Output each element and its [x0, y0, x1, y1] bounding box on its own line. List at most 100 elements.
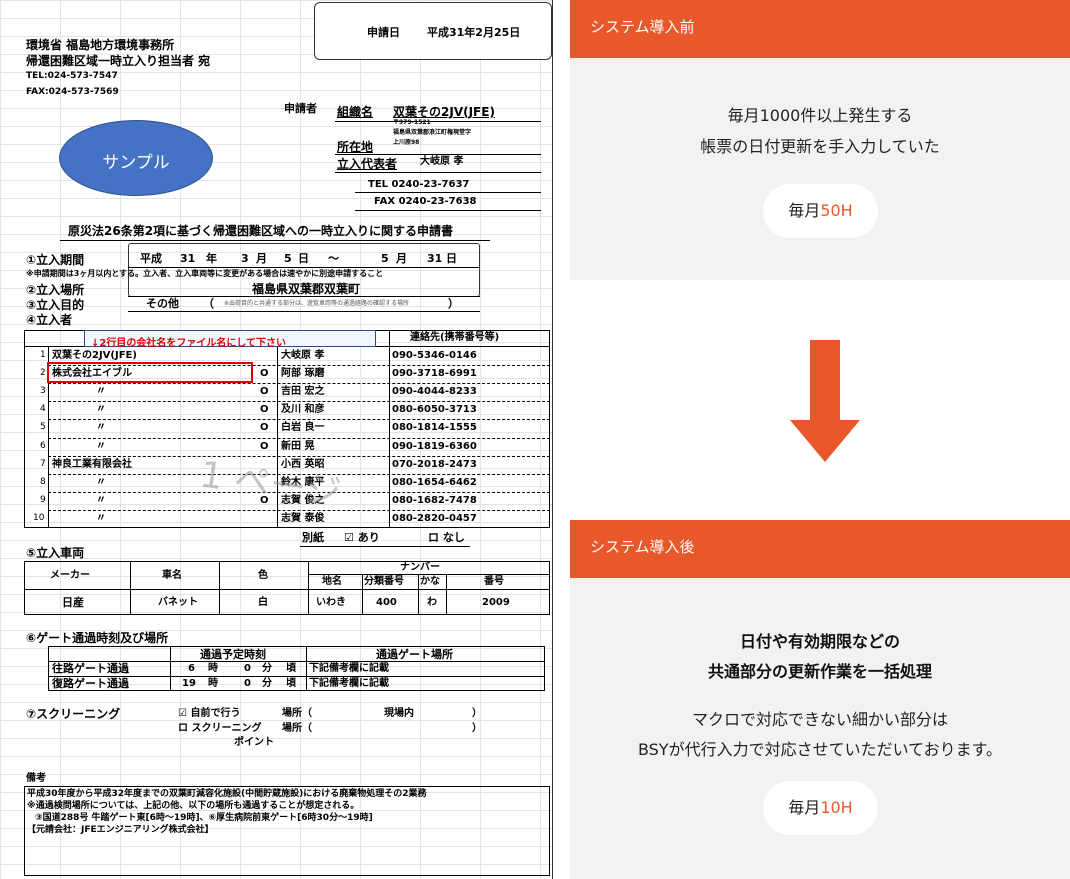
row-mark: O	[260, 368, 269, 380]
gate-h-place: 通過ゲート場所	[376, 648, 453, 661]
before-header-text: システム導入前	[590, 18, 695, 36]
veh-h-color: 色	[258, 570, 268, 581]
row-divider	[48, 383, 550, 385]
period-month-unit-2: 月	[396, 252, 407, 265]
date-value: 平成31年2月25日	[427, 26, 521, 39]
row-person: 阿部 琢磨	[281, 368, 325, 380]
period-year-unit: 年	[206, 252, 217, 265]
after-header-text: システム導入後	[590, 538, 695, 556]
gate-row-min-unit: 分	[262, 678, 272, 689]
veh-kana: わ	[427, 597, 437, 608]
row-number: 2	[40, 368, 46, 379]
gate-row-hour: 19	[182, 678, 196, 689]
after-line-1: マクロで対応できない細かい部分は	[691, 710, 948, 729]
entrants-label: ④立入者	[26, 313, 73, 327]
extra-sheet-yes: ☑ あり	[344, 531, 380, 544]
screening-label: ⑦スクリーニング	[26, 707, 121, 721]
screening-opt-point: ロ スクリーニング	[178, 723, 262, 734]
purpose-label: ③立入目的	[26, 298, 85, 312]
screening-place-label-2: 場所（	[282, 723, 312, 734]
after-bold-line-1: 日付や有効期限などの	[739, 632, 900, 651]
org-label: 組織名	[337, 105, 374, 119]
rep-fax: FAX 0240-23-7638	[374, 196, 477, 207]
recipient-line-2: 帰還困難区域一時立入り担当者 宛	[26, 54, 211, 68]
row-number: 4	[40, 404, 46, 415]
row-company: 〃	[96, 512, 106, 524]
gate-label: ⑥ゲート通過時刻及び場所	[26, 631, 169, 645]
gate-row-hour: 6	[188, 663, 195, 674]
period-note: ※申請期間は3ヶ月以内とする。立入者、立入車両等に変更がある場合は速やかに別途申…	[26, 269, 384, 278]
period-era: 平成	[140, 252, 162, 265]
after-line-2: BSYが代行入力で対応させていただいております。	[637, 740, 1003, 759]
row-number: 9	[40, 494, 46, 505]
after-header: システム導入後	[570, 520, 1070, 578]
addr-label: 所在地	[337, 140, 374, 154]
row-company: 双葉その2JV(JFE)	[52, 350, 137, 361]
gate-row-hour-unit: 時	[208, 663, 218, 674]
row-phone: 090-1819-6360	[392, 440, 477, 452]
recipient-fax: FAX:024-573-7569	[26, 87, 119, 97]
row-phone: 080-6050-3713	[392, 404, 477, 416]
gate-row-hour-unit: 時	[208, 678, 218, 689]
sample-text: サンプル	[102, 153, 170, 173]
gate-row-place: 下記備考欄に記載	[309, 678, 389, 689]
row-phone: 090-3718-6991	[392, 368, 477, 380]
row-phone: 090-5346-0146	[392, 350, 477, 361]
recipient-tel: TEL:024-573-7547	[26, 71, 118, 81]
row-number: 5	[40, 422, 46, 433]
row-divider	[48, 437, 550, 439]
gate-row-label: 復路ゲート通過	[52, 677, 129, 690]
gate-row-min-unit: 分	[262, 663, 272, 674]
row-company: 〃	[96, 476, 106, 488]
date-label: 申請日	[367, 26, 400, 39]
period-start-day: 5	[284, 252, 292, 265]
form-title: 原災法26条第2項に基づく帰還困難区域への一時立入りに関する申請書	[68, 224, 454, 238]
veh-color: 白	[258, 597, 268, 608]
row-company: 〃	[96, 494, 106, 506]
addr-line-1: 〒979-1521	[393, 119, 431, 126]
row-divider	[48, 455, 550, 457]
row-phone: 080-1654-6462	[392, 476, 477, 488]
gate-row-label: 往路ゲート通過	[52, 662, 129, 675]
rep-value: 大岐原 孝	[420, 156, 464, 167]
before-header: システム導入前	[570, 0, 1070, 58]
row-phone: 090-4044-8233	[392, 386, 477, 398]
addr-line-2: 福島県双葉郡浪江町権現堂字	[393, 129, 472, 136]
applicant-label: 申請者	[284, 102, 317, 115]
remarks-line-3: ③国道288号 牛踏ゲート東[6時～19時]、⑥厚生病院前東ゲート[6時30分～…	[35, 813, 373, 823]
org-value: 双葉その2JV(JFE)	[393, 105, 495, 119]
row-company: 〃	[96, 404, 106, 416]
row-mark: O	[260, 404, 269, 416]
purpose-open-paren: （	[203, 297, 214, 310]
extra-sheet-label: 別紙	[302, 531, 324, 544]
after-hours-pill: 毎月10H	[763, 781, 878, 835]
veh-class: 400	[376, 597, 397, 608]
gate-row-approx: 頃	[286, 678, 296, 689]
period-start-month: 3	[241, 252, 249, 265]
row-mark: O	[260, 440, 269, 452]
row-person: 新田 晃	[281, 440, 315, 452]
place-label: ②立入場所	[26, 283, 85, 297]
gate-h-time: 通過予定時刻	[200, 648, 266, 661]
screening-opt-point-2: ポイント	[234, 737, 274, 748]
screening-close-2: ）	[472, 723, 482, 734]
veh-h-class: 分類番号	[364, 576, 404, 587]
before-pill-prefix: 毎月	[788, 201, 821, 220]
row-mark: O	[260, 386, 269, 398]
period-day-unit-2: 日	[446, 252, 457, 265]
veh-region: いわき	[316, 597, 346, 608]
row-divider	[48, 419, 550, 421]
row-phone: 080-2820-0457	[392, 512, 477, 524]
gate-row-approx: 頃	[286, 663, 296, 674]
date-box: 申請日 平成31年2月25日	[314, 2, 552, 60]
veh-h-num: 番号	[484, 576, 504, 587]
recipient-line-1: 環境省 福島地方環境事務所	[26, 38, 175, 52]
gate-row-min: 0	[244, 663, 251, 674]
remarks-line-4: 【元請会社：JFEエンジニアリング株式会社】	[27, 825, 214, 835]
before-panel: 毎月1000件以上発生する 帳票の日付更新を手入力していた 毎月50H	[570, 58, 1070, 280]
after-pill-value: 10H	[820, 798, 853, 817]
sample-stamp: サンプル	[59, 120, 213, 196]
row-mark: O	[260, 422, 269, 434]
veh-maker: 日産	[62, 596, 84, 609]
after-bold-line-2: 共通部分の更新作業を一括処理	[707, 662, 932, 681]
